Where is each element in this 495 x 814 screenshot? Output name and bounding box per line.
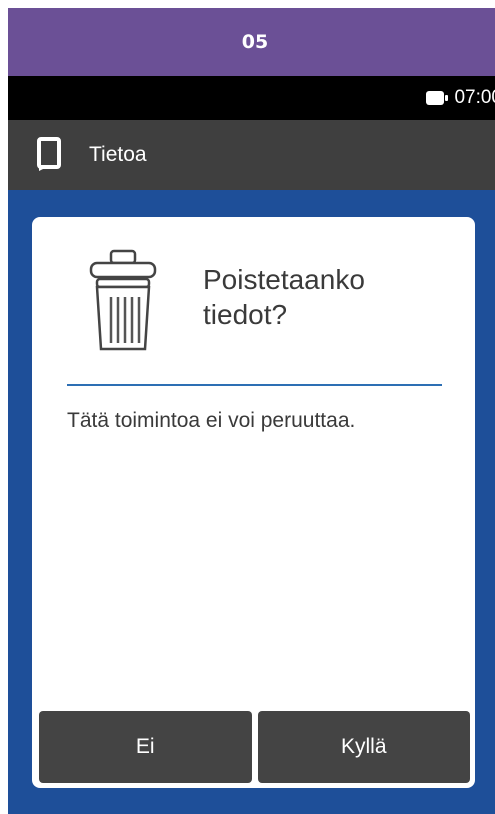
step-number: 05	[241, 31, 269, 53]
status-time: 07:00	[454, 87, 495, 108]
status-indicators: 07:00	[426, 76, 495, 120]
no-button[interactable]: Ei	[39, 711, 252, 783]
confirm-dialog: Poistetaanko tiedot? Tätä toimintoa ei v…	[32, 217, 475, 788]
trash-icon	[87, 249, 159, 353]
dialog-divider	[67, 384, 442, 386]
step-banner: 05	[8, 8, 495, 76]
battery-icon	[426, 91, 449, 105]
status-bar: 07:00	[8, 76, 495, 120]
dialog-message: Tätä toimintoa ei voi peruuttaa.	[67, 409, 356, 432]
device-screen: 05 07:00 Tietoa	[8, 8, 495, 814]
dialog-title: Poistetaanko tiedot?	[203, 264, 365, 330]
yes-button[interactable]: Kyllä	[257, 711, 470, 783]
device-icon	[37, 137, 61, 173]
dialog-actions: Ei Kyllä	[39, 711, 470, 783]
page-title: Tietoa	[89, 143, 147, 166]
app-header: Tietoa	[8, 120, 495, 190]
